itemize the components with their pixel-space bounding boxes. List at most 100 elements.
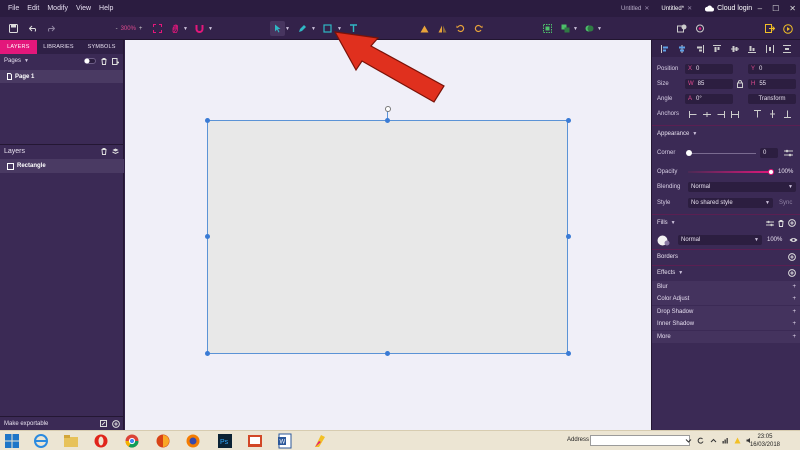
anchor-center-h-icon[interactable] [703,111,711,118]
photoshop-icon[interactable]: Ps [217,433,233,449]
chevron-down-icon[interactable]: ▼ [573,21,578,36]
refresh-icon[interactable] [697,437,704,444]
slice-icon[interactable] [100,420,107,427]
battery-warning-icon[interactable] [734,437,741,444]
corner-slider-knob[interactable] [686,150,692,156]
style-dropdown[interactable]: No shared style ▼ [688,198,773,208]
resize-handle-left[interactable] [205,234,210,239]
save-icon[interactable] [6,21,21,36]
opacity-slider-knob[interactable] [768,169,774,175]
trash-icon[interactable] [101,57,107,65]
zoom-in-button[interactable]: + [139,26,143,32]
resize-handle-top[interactable] [385,118,390,123]
cloud-login-button[interactable]: Cloud login [705,5,752,12]
add-fill-icon[interactable] [788,219,796,227]
anchor-top-icon[interactable] [754,110,761,118]
opacity-value[interactable]: 100% [778,169,793,175]
eye-icon[interactable] [789,237,798,243]
zoom-value[interactable]: 300% [121,26,136,32]
tab-layers[interactable]: LAYERS [0,40,37,54]
size-width-field[interactable]: W 85 [685,79,733,89]
trash-icon[interactable] [778,219,784,227]
effect-color-adjust[interactable]: Color Adjust + [652,293,800,305]
rectangle-shape[interactable] [207,120,568,354]
show-hidden-icons[interactable] [710,437,717,444]
resize-handle-bottom-right[interactable] [566,351,571,356]
chevron-down-icon[interactable]: ▼ [692,131,697,137]
add-border-icon[interactable] [788,253,796,261]
chevron-down-icon[interactable]: ▼ [311,21,316,36]
app-icon[interactable] [155,433,171,449]
export-icon[interactable] [762,21,777,36]
add-icon[interactable]: + [792,296,796,302]
opacity-slider-track[interactable] [688,171,773,173]
chevron-down-icon[interactable]: ▼ [597,21,602,36]
align-right-icon[interactable] [696,44,704,53]
menu-help[interactable]: Help [95,5,117,12]
effect-more[interactable]: More + [652,331,800,343]
preview-play-icon[interactable] [780,21,795,36]
blending-dropdown[interactable]: Normal ▼ [688,182,796,192]
tab-libraries[interactable]: LIBRARIES [37,40,81,54]
add-icon[interactable]: + [792,334,796,340]
align-bottom-icon[interactable] [748,45,757,53]
appearance-header[interactable]: Appearance ▼ [652,127,800,141]
doc-tab-untitled-active[interactable]: Untitled* ✕ [658,5,695,13]
zoom-out-button[interactable]: - [116,26,118,32]
chevron-down-icon[interactable]: ▼ [183,21,188,36]
word-icon[interactable]: W [277,433,293,449]
gravit-designer-icon[interactable] [312,433,328,449]
minimize-icon[interactable]: – [758,4,762,13]
hand-tool-icon[interactable] [168,21,183,36]
rotate-right-icon[interactable] [471,21,486,36]
rotate-left-icon[interactable] [453,21,468,36]
distribute-h-icon[interactable] [765,44,774,53]
menu-view[interactable]: View [72,5,95,12]
chevron-down-icon[interactable]: ▼ [208,21,213,36]
transform-button[interactable]: Transform [748,94,796,104]
windows-start-icon[interactable] [5,434,19,448]
maximize-icon[interactable]: ☐ [772,4,779,13]
align-middle-icon[interactable] [730,45,739,53]
corner-slider-track[interactable] [688,153,756,154]
system-clock[interactable]: 23:05 16/03/2018 [750,433,780,449]
add-page-icon[interactable] [112,57,119,65]
slideshow-icon[interactable] [247,433,263,449]
fit-screen-icon[interactable] [150,21,165,36]
trash-icon[interactable] [101,148,107,155]
close-icon[interactable]: ✕ [644,5,649,12]
fill-opacity-value[interactable]: 100% [767,237,782,243]
anchor-stretch-h-icon[interactable] [731,110,739,118]
add-icon[interactable]: + [792,284,796,290]
position-x-field[interactable]: X0 [685,64,733,74]
dropdown-icon[interactable] [685,437,692,444]
fill-color-swatch[interactable] [657,235,670,246]
distribute-v-icon[interactable] [783,44,792,53]
resize-handle-top-left[interactable] [205,118,210,123]
align-left-icon[interactable] [660,44,669,53]
layer-item-rectangle[interactable]: Rectangle [0,159,124,173]
tab-symbols[interactable]: SYMBOLS [80,40,123,54]
anchor-left-icon[interactable] [689,110,697,118]
redo-icon[interactable] [43,21,58,36]
snap-magnet-icon[interactable] [192,21,207,36]
make-exportable-row[interactable]: Make exportable [0,416,124,430]
chevron-down-icon[interactable]: ▼ [678,270,683,276]
effect-drop-shadow[interactable]: Drop Shadow + [652,306,800,318]
file-explorer-icon[interactable] [63,433,79,449]
anchor-middle-icon[interactable] [769,110,776,118]
add-effect-icon[interactable] [788,269,796,277]
chevron-down-icon[interactable]: ▼ [671,220,676,226]
chevron-down-icon[interactable]: ▼ [285,21,290,36]
add-icon[interactable]: + [792,309,796,315]
chrome-icon[interactable] [124,433,140,449]
address-bar-input[interactable] [590,435,690,446]
group-icon[interactable] [540,21,555,36]
page-item-page-1[interactable]: Page 1 [0,70,123,83]
component-icon[interactable] [692,21,707,36]
fill-settings-icon[interactable] [766,220,774,227]
align-top-icon[interactable] [713,44,722,53]
resize-handle-bottom-left[interactable] [205,351,210,356]
align-center-h-icon[interactable] [678,44,686,53]
effect-blur[interactable]: Blur + [652,281,800,293]
